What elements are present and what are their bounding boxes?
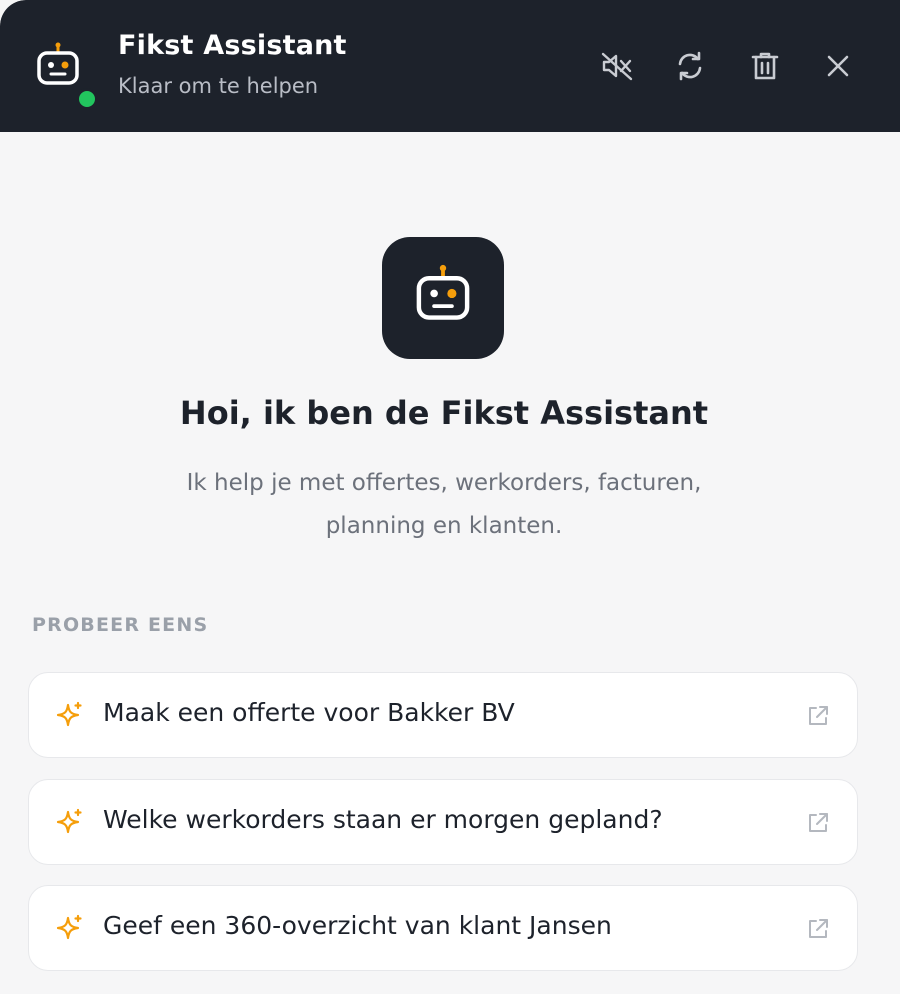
- suggestion-text: Geef een 360-overzicht van klant Jansen: [103, 911, 612, 940]
- close-icon: [822, 50, 854, 82]
- suggestion-item[interactable]: Maak een offerte voor Bakker BV: [28, 672, 858, 758]
- external-link-icon: [805, 703, 831, 729]
- assistant-panel: Fikst Assistant Klaar om te helpen Hoi, …: [0, 0, 900, 994]
- refresh-icon: [672, 48, 708, 84]
- sparkle-icon: [55, 914, 85, 944]
- robot-icon: [410, 263, 476, 333]
- welcome-description: Ik help je met offertes, werkorders, fac…: [100, 462, 788, 548]
- external-link-icon: [805, 916, 831, 942]
- trash-icon: [747, 48, 783, 84]
- assistant-logo: [382, 237, 504, 359]
- suggestion-text: Maak een offerte voor Bakker BV: [103, 698, 515, 727]
- speaker-muted-icon: [599, 48, 635, 84]
- suggestion-text: Welke werkorders staan er morgen gepland…: [103, 805, 663, 834]
- suggestion-item[interactable]: Geef een 360-overzicht van klant Jansen: [28, 885, 858, 971]
- robot-icon: [32, 40, 84, 92]
- welcome-description-line-2: planning en klanten.: [325, 513, 563, 539]
- online-status-indicator: [76, 88, 98, 110]
- assistant-title: Fikst Assistant: [118, 30, 347, 61]
- sparkle-icon: [55, 808, 85, 838]
- suggestions-label: PROBEER EENS: [32, 614, 209, 636]
- welcome-description-line-1: Ik help je met offertes, werkorders, fac…: [186, 470, 702, 496]
- welcome-title: Hoi, ik ben de Fikst Assistant: [179, 394, 709, 432]
- assistant-status-text: Klaar om te helpen: [118, 74, 319, 98]
- sparkle-icon: [55, 701, 85, 731]
- refresh-button[interactable]: [670, 46, 710, 86]
- assistant-header: Fikst Assistant Klaar om te helpen: [0, 0, 900, 132]
- suggestion-item[interactable]: Welke werkorders staan er morgen gepland…: [28, 779, 858, 865]
- external-link-icon: [805, 810, 831, 836]
- clear-chat-button[interactable]: [745, 46, 785, 86]
- mute-button[interactable]: [597, 46, 637, 86]
- close-button[interactable]: [818, 46, 858, 86]
